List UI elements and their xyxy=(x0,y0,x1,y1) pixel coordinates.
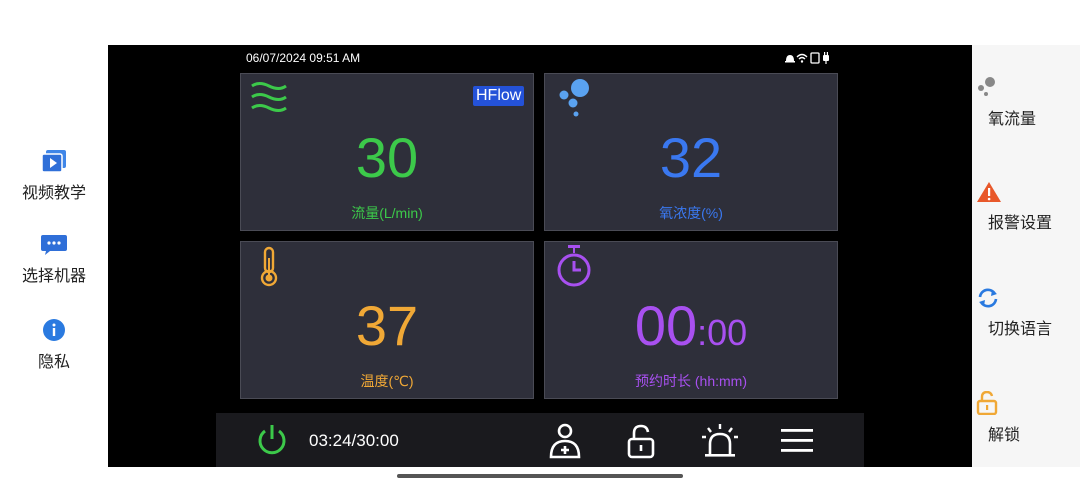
bell-icon xyxy=(785,55,795,63)
oxygen-label: 氧浓度(%) xyxy=(659,205,723,221)
sidebar-item-label: 隐私 xyxy=(37,354,70,371)
left-sidebar: 视频教学 选择机器 隐私 xyxy=(0,0,108,486)
sd-card-icon xyxy=(810,52,820,64)
temperature-label: 温度(℃) xyxy=(360,373,414,389)
refresh-icon xyxy=(978,288,998,308)
bubbles-icon xyxy=(559,79,589,117)
menu-icon[interactable] xyxy=(778,422,816,460)
schedule-card[interactable]: 00:00 预约时长 (hh:mm) xyxy=(544,241,838,399)
add-patient-icon[interactable] xyxy=(546,422,584,460)
info-icon xyxy=(43,319,65,341)
power-icon[interactable] xyxy=(254,422,290,458)
schedule-label: 预约时长 (hh:mm) xyxy=(635,373,747,389)
stopwatch-icon xyxy=(557,245,591,287)
thermometer-icon xyxy=(260,246,278,287)
device-screen: 06/07/2024 09:51 AM HFlow 30 流量(L/min) 3… xyxy=(108,45,972,467)
sidebar-item-label: 切换语言 xyxy=(988,321,1053,338)
temperature-card[interactable]: 37 温度(℃) xyxy=(240,241,534,399)
sidebar-item-video-tutorial[interactable]: 视频教学 xyxy=(0,149,108,203)
sidebar-item-label: 氧流量 xyxy=(988,111,1037,128)
sidebar-item-label: 选择机器 xyxy=(21,268,86,285)
session-timer: 03:24/30:00 xyxy=(309,431,399,450)
video-icon xyxy=(41,150,66,173)
sidebar-item-label: 视频教学 xyxy=(21,185,86,202)
sidebar-item-select-machine[interactable]: 选择机器 xyxy=(0,234,108,286)
sidebar-item-label: 报警设置 xyxy=(988,215,1053,232)
hflow-badge: HFlow xyxy=(473,86,525,106)
bottom-control-bar: 03:24/30:00 xyxy=(216,413,864,467)
sidebar-item-label: 解锁 xyxy=(988,427,1021,444)
schedule-minutes: :00 xyxy=(697,312,748,353)
oxygen-card[interactable]: 32 氧浓度(%) xyxy=(544,73,838,231)
flow-card[interactable]: HFlow 30 流量(L/min) xyxy=(240,73,534,231)
air-flow-icon xyxy=(251,82,287,112)
temperature-value: 37 xyxy=(355,294,419,357)
unlock-icon xyxy=(976,391,998,415)
sidebar-item-privacy[interactable]: 隐私 xyxy=(0,318,108,372)
flow-label: 流量(L/min) xyxy=(351,205,423,221)
right-sidebar: 氧流量 报警设置 切换语言 解锁 xyxy=(972,45,1080,467)
flow-value: 30 xyxy=(355,126,419,189)
schedule-value: 00:00 xyxy=(545,296,837,363)
schedule-hours: 00 xyxy=(634,294,698,357)
chat-bubble-icon xyxy=(41,235,67,255)
wifi-icon xyxy=(796,53,808,63)
bubbles-icon xyxy=(978,77,995,96)
status-datetime: 06/07/2024 09:51 AM xyxy=(246,51,361,65)
warning-icon xyxy=(977,182,1001,202)
home-indicator[interactable] xyxy=(397,474,683,478)
oxygen-value: 32 xyxy=(659,126,723,189)
plug-icon xyxy=(823,52,829,64)
status-icons xyxy=(784,51,834,69)
unlock-icon[interactable] xyxy=(622,422,660,460)
alarm-icon[interactable] xyxy=(700,422,740,460)
